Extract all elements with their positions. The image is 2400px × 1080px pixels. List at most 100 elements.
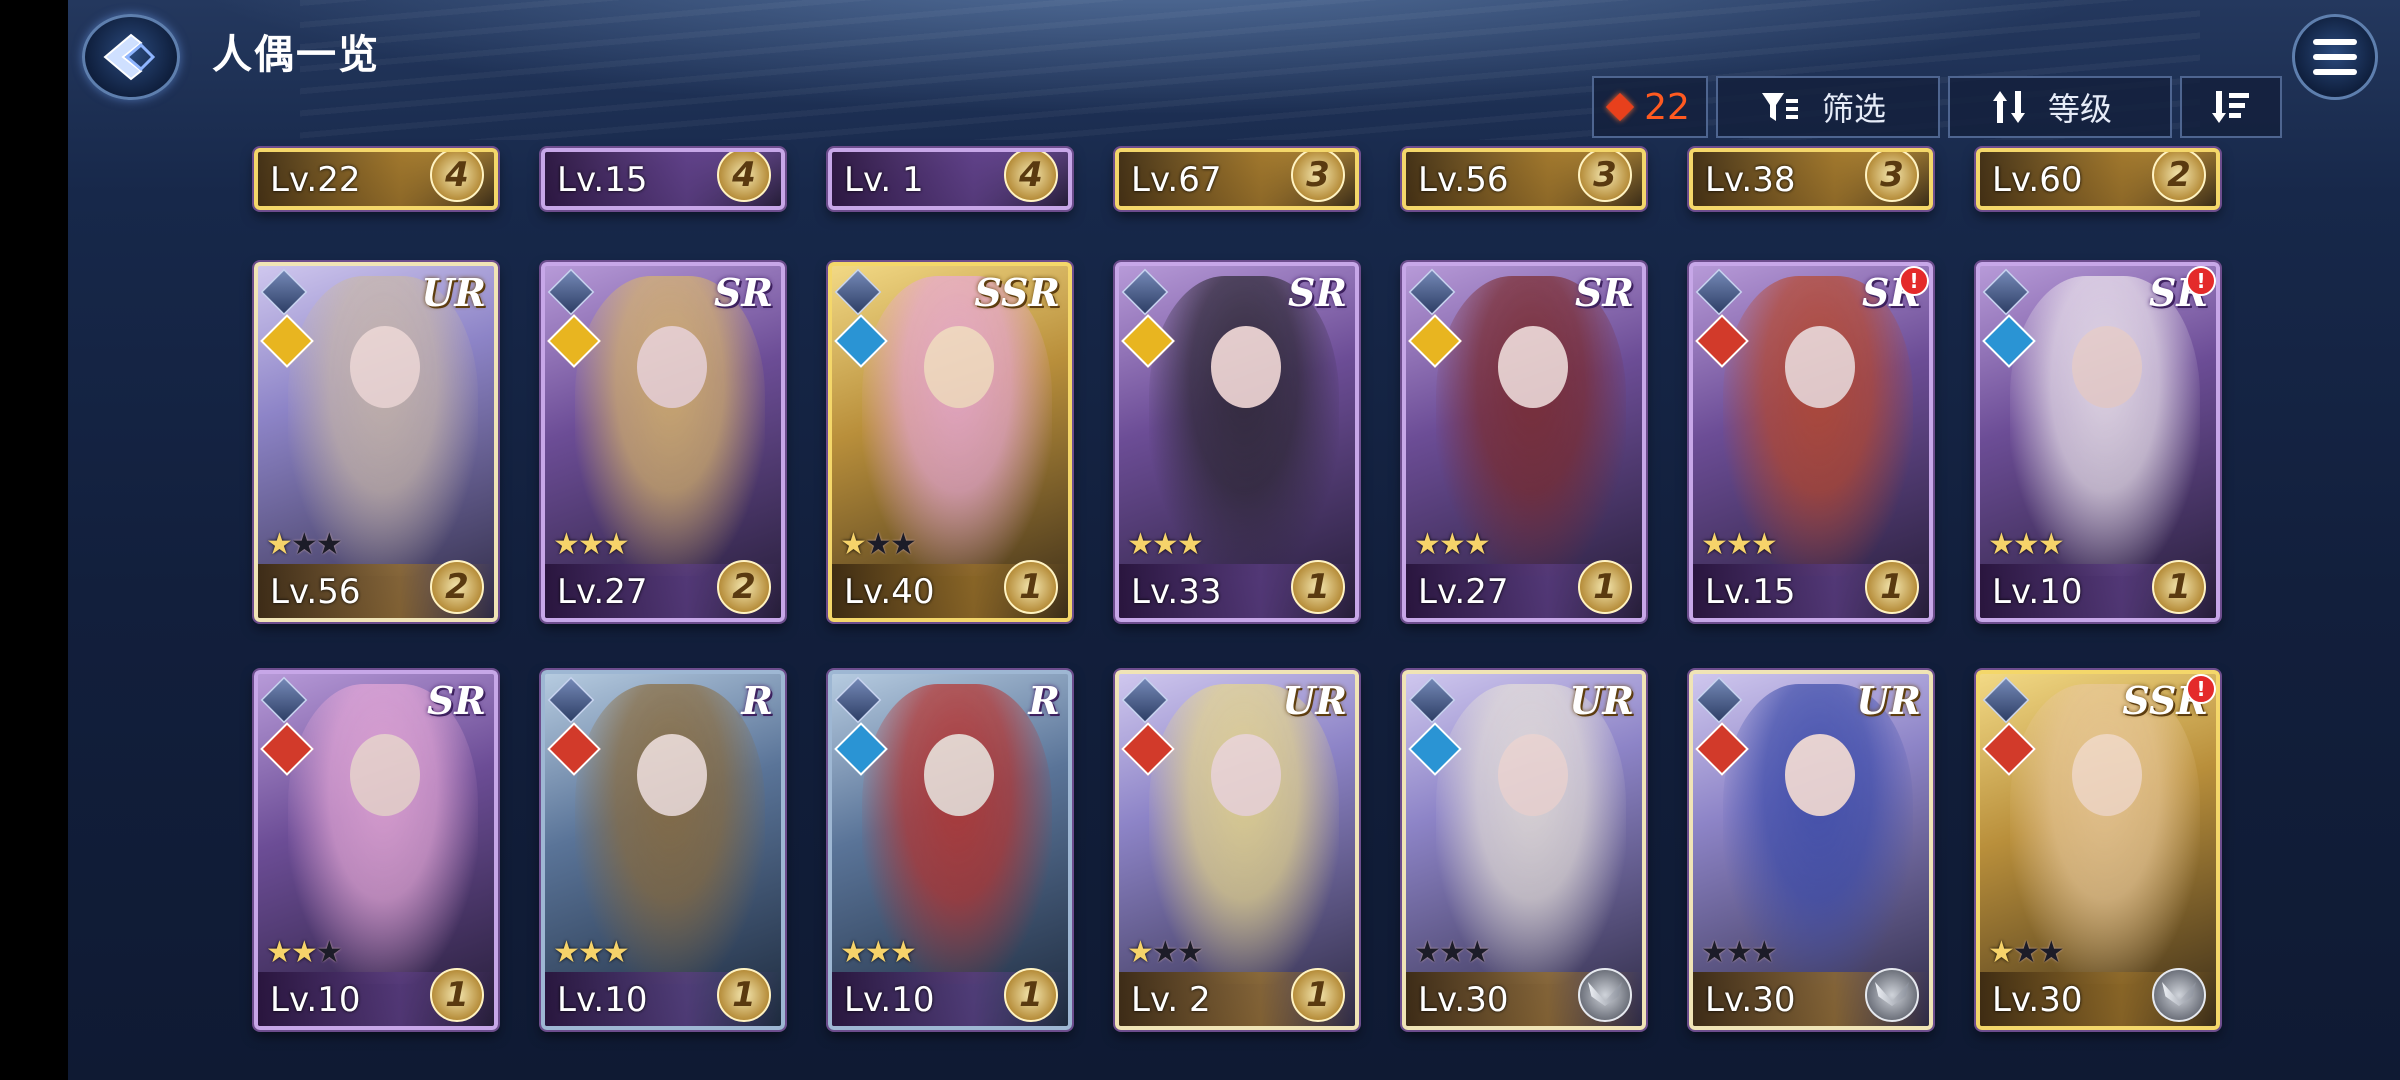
filter-icon [1762,93,1798,121]
doll-card[interactable]: Lv.22 4 [254,148,498,210]
doll-card[interactable]: Lv. 1 4 [828,148,1072,210]
dupe-count-badge: 2 [717,560,771,614]
level-label: Lv.15 [1705,572,1796,612]
class-icon [1982,268,2030,316]
doll-card[interactable]: R ★★★ Lv.10 1 [541,670,785,1030]
star-rating: ★★★ [1988,527,2065,562]
doll-card[interactable]: UR ★★★ Lv.56 2 [254,262,498,622]
character-face [1498,326,1568,408]
doll-card[interactable]: Lv.56 3 [1402,148,1646,210]
dupe-count-badge: 4 [717,152,771,202]
dupe-count-badge: 3 [1291,152,1345,202]
star-icon: ★ [266,935,293,970]
star-rating: ★★★ [266,935,343,970]
doll-card[interactable]: SSR ★★★ Lv.40 1 [828,262,1072,622]
star-icon: ★ [2012,935,2040,970]
doll-card[interactable]: SR ★★★! Lv.10 1 [1976,262,2220,622]
star-icon: ★ [1414,935,1441,970]
character-face [1211,734,1281,816]
doll-card[interactable]: SR ★★★ Lv.10 1 [254,670,498,1030]
dupe-count-badge: 2 [2152,152,2206,202]
alert-badge: ! [2186,266,2216,296]
rarity-badge: SR [713,270,773,315]
dupe-count-badge: 1 [1004,968,1058,1022]
character-face [1785,326,1855,408]
star-icon: ★ [315,935,343,970]
back-button[interactable] [82,14,180,100]
rarity-badge: SR [1287,270,1347,315]
character-face [350,734,420,816]
gem-count: 22 [1644,86,1690,128]
character-face [2072,734,2142,816]
doll-card[interactable]: UR ★★★ Lv.30 [1689,670,1933,1030]
doll-card[interactable]: Lv.15 4 [541,148,785,210]
back-arrow-icon [103,33,156,81]
left-black-bar [0,0,68,1080]
dupe-count-badge: 3 [1578,152,1632,202]
star-icon: ★ [577,935,605,970]
sort-order-button[interactable] [2180,76,2282,138]
star-icon: ★ [1127,935,1154,970]
character-face [924,734,994,816]
rarity-badge: SSR [974,270,1060,315]
star-icon: ★ [1176,527,1204,562]
level-label: Lv. 2 [1131,980,1211,1020]
doll-card[interactable]: SR ★★★! Lv.15 1 [1689,262,1933,622]
star-rating: ★★★ [1127,527,1204,562]
class-icon [1121,268,1169,316]
hamburger-icon [2313,39,2357,75]
class-icon [1695,676,1743,724]
doll-card[interactable]: Lv.60 2 [1976,148,2220,210]
star-icon: ★ [889,527,917,562]
class-icon [547,676,595,724]
dupe-count-badge: 4 [430,152,484,202]
doll-card[interactable]: SR ★★★ Lv.27 1 [1402,262,1646,622]
level-label: Lv.27 [557,572,648,612]
gem-icon [1605,92,1635,122]
level-label: Lv.10 [557,980,648,1020]
doll-card[interactable]: SSR ★★★! Lv.30 [1976,670,2220,1030]
level-label: Lv.22 [270,160,361,200]
wings-emblem-icon [1865,968,1919,1022]
doll-card[interactable]: Lv.38 3 [1689,148,1933,210]
star-rating: ★★★ [840,935,917,970]
level-label: Lv.30 [1992,980,2083,1020]
star-icon: ★ [1725,527,1753,562]
star-icon: ★ [1463,527,1491,562]
doll-card[interactable]: UR ★★★ Lv.30 [1402,670,1646,1030]
character-face [1211,326,1281,408]
sort-button[interactable]: 等级 [1948,76,2172,138]
filter-button[interactable]: 筛选 [1716,76,1940,138]
level-label: Lv.15 [557,160,648,200]
level-label: Lv.30 [1418,980,1509,1020]
star-icon: ★ [1151,935,1179,970]
class-icon [260,268,308,316]
level-label: Lv.56 [1418,160,1509,200]
star-icon: ★ [1438,527,1466,562]
doll-card[interactable]: SR ★★★ Lv.27 2 [541,262,785,622]
level-label: Lv.40 [844,572,935,612]
level-label: Lv.60 [1992,160,2083,200]
doll-card[interactable]: Lv.67 3 [1115,148,1359,210]
class-icon [260,676,308,724]
star-rating: ★★★ [266,527,343,562]
gem-counter: 22 [1592,76,1708,138]
class-icon [1982,676,2030,724]
dupe-count-badge: 3 [1865,152,1919,202]
class-icon [1408,268,1456,316]
star-icon: ★ [602,527,630,562]
star-icon: ★ [266,527,293,562]
doll-card[interactable]: UR ★★★ Lv. 21 [1115,670,1359,1030]
menu-button[interactable] [2292,14,2378,100]
star-rating: ★★★ [553,527,630,562]
doll-card[interactable]: R ★★★ Lv.10 1 [828,670,1072,1030]
star-rating: ★★★ [1701,527,1778,562]
doll-card[interactable]: SR ★★★ Lv.33 1 [1115,262,1359,622]
star-icon: ★ [864,527,892,562]
star-icon: ★ [2037,527,2065,562]
character-face [2072,326,2142,408]
star-icon: ★ [2037,935,2065,970]
star-icon: ★ [1151,527,1179,562]
character-face [637,326,707,408]
star-icon: ★ [864,935,892,970]
